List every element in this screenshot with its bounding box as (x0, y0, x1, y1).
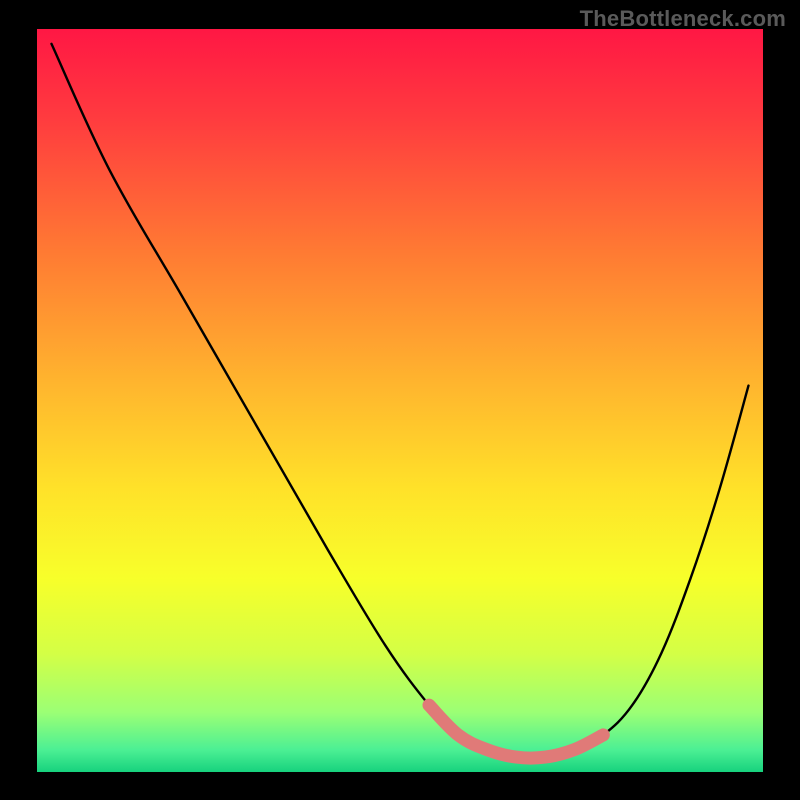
plot-area (37, 29, 763, 772)
highlight-segment (429, 705, 603, 758)
watermark-label: TheBottleneck.com (580, 6, 786, 32)
bottleneck-curve (52, 44, 749, 758)
curve-layer (37, 29, 763, 772)
chart-stage: TheBottleneck.com (0, 0, 800, 800)
